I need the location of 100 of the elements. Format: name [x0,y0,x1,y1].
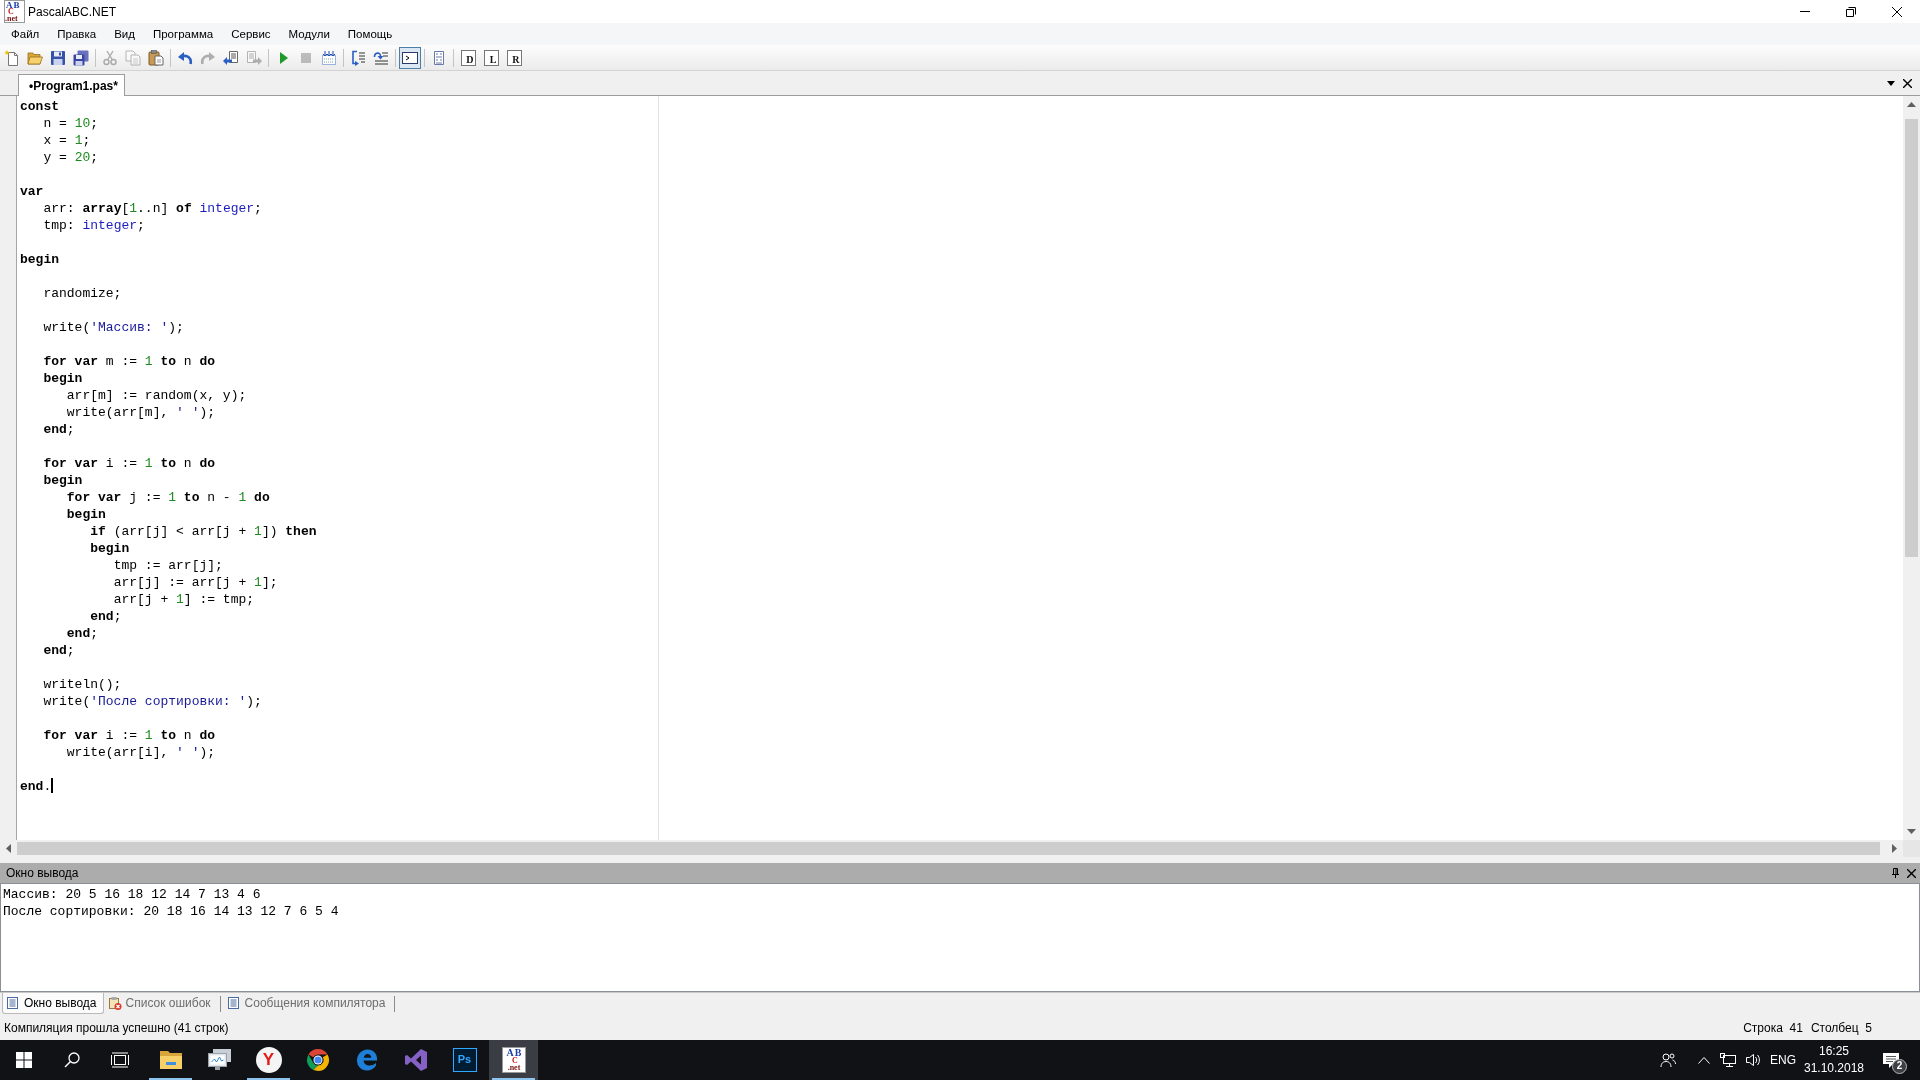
tab-close-button[interactable] [1903,78,1912,88]
monitor-graph-icon [206,1048,233,1072]
code-line: begin [20,252,59,267]
taskbar-button[interactable]: Ps [440,1040,489,1080]
tab-list-button[interactable] [1887,80,1895,86]
circle-logo-icon [305,1048,330,1072]
code-line: begin [43,371,83,386]
status-message: Компиляция прошла успешно (41 строк) [4,1019,229,1037]
code-line: randomize; [43,286,122,301]
scroll-thumb[interactable] [1905,119,1918,557]
caret-icon [1887,80,1895,86]
chevron-up-icon [1698,1056,1710,1064]
code-line: for var j := 1 to n - 1 do [66,490,270,505]
panel-tab[interactable]: Список ошибок [103,993,218,1014]
panel-title: Окно вывода [6,865,79,882]
output-line: Массив: 20 5 16 18 12 14 7 13 4 6 [3,887,261,902]
toolbar-button[interactable] [399,46,421,69]
restore-icon [1846,6,1856,17]
menu-item[interactable]: Сервис [222,23,280,45]
clipboard-cross-icon [107,996,122,1010]
letter-logo-icon: Y [255,1047,282,1073]
minimize-icon [1800,11,1810,12]
document-arrow-icon [223,49,239,66]
code-line: for var i := 1 to n do [43,456,216,471]
folder-icon [158,1049,183,1071]
code-line: begin [66,507,106,522]
document-lines-icon [226,996,241,1010]
file-tab[interactable]: •Program1.pas* [18,74,125,96]
swirl-logo-icon [354,1048,379,1072]
code-line: n = 10; [43,116,99,131]
cursor-line: Строка 41 [1743,1019,1803,1037]
dotted-box-arrows-icon [321,49,337,66]
undo-icon [177,49,193,66]
scissors-icon [102,49,118,66]
notifications-button[interactable]: 2 [1868,1040,1914,1080]
clock-time[interactable]: 16:25 [1819,1043,1849,1060]
people-icon [1660,1052,1676,1068]
panel-close-button[interactable] [1907,868,1916,878]
scroll-right-icon [1892,844,1897,853]
network-icon [1720,1053,1736,1067]
code-line: write('Массив: '); [43,320,184,335]
ribbon-logo-icon [403,1048,428,1072]
speaker-icon [1745,1052,1761,1068]
console-window-icon [402,49,418,66]
code-line: tmp := arr[j]; [113,558,223,573]
bracket-arrow-lines-icon [350,49,366,66]
code-line: x = 1; [43,133,91,148]
code-line: var [20,184,44,199]
panel-tab[interactable]: Окно вывода [2,993,104,1014]
clipboard-icon [148,49,164,66]
code-line: const [20,99,59,114]
code-line: arr[j + 1] := tmp; [113,592,255,607]
code-line: write(arr[m], ' '); [66,405,216,420]
code-line: begin [43,473,83,488]
code-line: for var i := 1 to n do [43,728,216,743]
pages-icon [125,49,141,66]
menu-item[interactable]: Правка [48,23,106,45]
clock-date[interactable]: 31.10.2018 [1803,1060,1865,1077]
code-line: end; [66,626,99,641]
pin-icon [1892,868,1899,878]
menu-item[interactable]: Помощь [338,23,402,45]
code-line: begin [90,541,130,556]
letter-tile-icon: Ps [452,1048,477,1072]
window-title: PascalABC.NET [28,3,117,21]
menu-item[interactable]: Программа [143,23,223,45]
app-logo-icon: AB C .net [501,1047,526,1073]
floppy-disks-icon [73,49,89,66]
menu-item[interactable]: Модули [279,23,339,45]
code-line: arr[m] := random(x, y); [66,388,247,403]
code-line: end; [43,643,75,658]
close-icon [1903,78,1912,88]
code-line: end. [20,779,52,794]
document-arrow-icon [246,49,262,66]
folder-icon [27,49,43,66]
document-lines-icon [6,996,20,1010]
menu-item[interactable]: Вид [105,23,144,45]
code-line: for var m := 1 to n do [43,354,216,369]
code-line: tmp: integer; [43,218,145,233]
arrow-lines-icon [373,49,389,66]
code-line: if (arr[j] < arr[j + 1]) then [90,524,317,539]
code-line: end; [90,609,122,624]
close-icon [1907,868,1916,878]
language-indicator[interactable]: ENG [1766,1040,1800,1080]
notification-count: 2 [1892,1059,1907,1074]
code-line: write(arr[i], ' '); [66,745,216,760]
output-line: После сортировки: 20 18 16 14 13 12 7 6 5 4 [3,904,339,919]
pin-button[interactable] [1892,868,1899,878]
menu-item[interactable]: Файл [2,23,49,45]
vertical-scrollbar[interactable] [1903,96,1920,840]
scroll-down-icon [1907,829,1916,834]
panel-tab[interactable]: Сообщения компилятора [222,993,393,1014]
code-line: arr[j] := arr[j + 1]; [113,575,278,590]
page-sparkle-icon [4,49,20,66]
taskbar-button[interactable]: AB C .net [489,1040,538,1080]
code-line: end; [43,422,75,437]
code-line: y = 20; [43,150,99,165]
scroll-left-icon [6,844,11,853]
app-logo-icon: AB C .net [4,0,25,23]
horizontal-scrollbar[interactable] [0,840,1903,857]
scroll-thumb[interactable] [17,842,1880,855]
